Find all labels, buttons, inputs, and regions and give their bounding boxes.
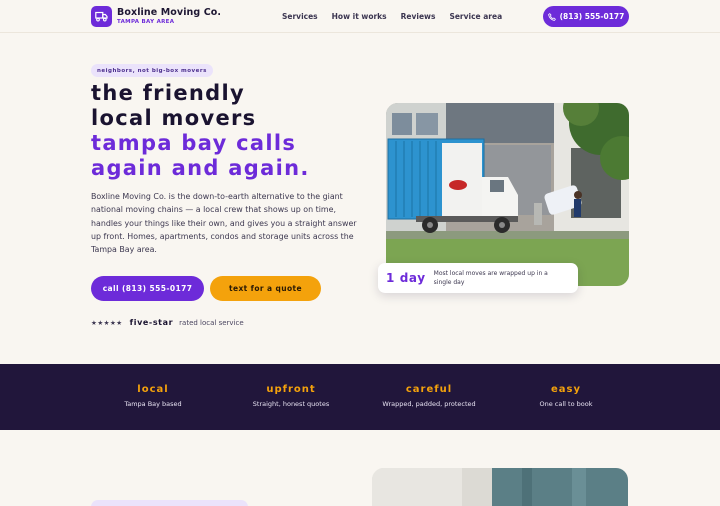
section-photo bbox=[372, 468, 628, 506]
feature-careful: Careful Wrapped, padded, protected bbox=[359, 384, 499, 408]
nav-link-reviews[interactable]: Reviews bbox=[401, 12, 436, 21]
feature-easy: Easy One call to book bbox=[496, 384, 636, 408]
nav-link-how-it-works[interactable]: How it works bbox=[332, 12, 387, 21]
hero-title-line-3: Tampa Bay calls bbox=[91, 131, 297, 155]
truck-icon bbox=[91, 6, 112, 27]
brand-logo[interactable]: Boxline Moving Co. TAMPA BAY AREA bbox=[91, 6, 221, 27]
brand-tagline: TAMPA BAY AREA bbox=[117, 18, 175, 25]
feature-band: Local Tampa Bay based Upfront Straight, … bbox=[0, 364, 720, 430]
rating: ★★★★★ Five-star rated local service bbox=[91, 318, 244, 327]
nav-links: Services How it works Reviews Service ar… bbox=[282, 12, 516, 21]
feature-sub: Wrapped, padded, protected bbox=[382, 400, 476, 408]
feature-sub: Straight, honest quotes bbox=[252, 400, 330, 408]
star-icons: ★★★★★ bbox=[91, 318, 123, 327]
feature-local: Local Tampa Bay based bbox=[83, 384, 223, 408]
top-nav: Boxline Moving Co. TAMPA BAY AREA Servic… bbox=[0, 0, 720, 33]
stat-value: 1 day bbox=[386, 271, 426, 285]
feature-title: Local bbox=[137, 384, 169, 395]
nav-call-label: (813) 555-0177 bbox=[559, 12, 625, 21]
text-quote-button[interactable]: Text for a quote bbox=[210, 276, 321, 301]
hero-title: The friendly local movers Tampa Bay call… bbox=[91, 81, 381, 181]
feature-title: Easy bbox=[550, 384, 581, 395]
feature-sub: One call to book bbox=[539, 400, 593, 408]
feature-title: Careful bbox=[405, 384, 453, 395]
hero-photo-moving-truck bbox=[386, 103, 629, 286]
feature-sub: Tampa Bay based bbox=[124, 400, 182, 408]
nav-link-services[interactable]: Services bbox=[282, 12, 318, 21]
brand-name: Boxline Moving Co. bbox=[117, 7, 222, 18]
feature-title: Upfront bbox=[266, 384, 316, 395]
hero-badge: NEIGHBORS, NOT BIG-BOX MOVERS bbox=[91, 64, 213, 77]
hero-title-line-1: The friendly bbox=[91, 81, 245, 105]
hero-title-line-2: local movers bbox=[91, 106, 257, 130]
rating-label: Five-star bbox=[129, 318, 174, 327]
call-button[interactable]: Call (813) 555-0177 bbox=[91, 276, 204, 301]
feature-upfront: Upfront Straight, honest quotes bbox=[221, 384, 361, 408]
phone-icon bbox=[547, 12, 556, 21]
nav-link-service-area[interactable]: Service area bbox=[449, 12, 502, 21]
rating-sub: rated local service bbox=[179, 318, 244, 327]
nav-call-button[interactable]: (813) 555-0177 bbox=[543, 6, 629, 27]
hero-title-line-4: again and again. bbox=[91, 156, 310, 180]
section-badge bbox=[91, 500, 248, 506]
hero-lead: Boxline Moving Co. is the down-to-earth … bbox=[91, 192, 357, 255]
stat-card: 1 day Most local moves are wrapped up in… bbox=[378, 263, 578, 293]
stat-text: Most local moves are wrapped up in a sin… bbox=[433, 270, 548, 286]
